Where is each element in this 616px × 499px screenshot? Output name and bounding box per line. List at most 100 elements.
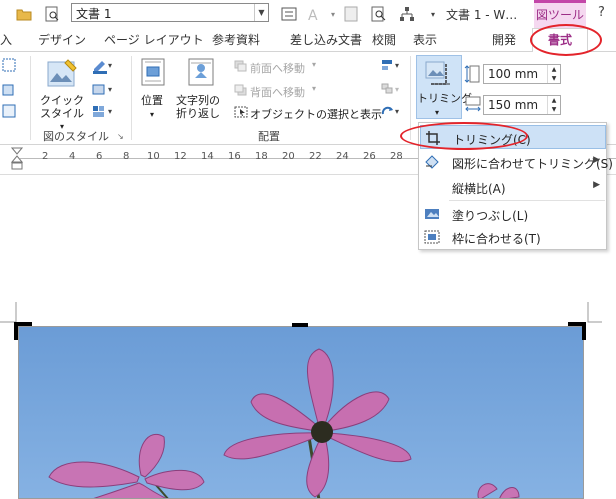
ruler-number: 20	[282, 151, 295, 162]
annotation-ellipse-format-tab	[530, 24, 602, 56]
crop-picture-icon	[424, 60, 454, 91]
ruler-number: 28	[390, 151, 403, 162]
rotate-icon[interactable]: ▾	[380, 104, 402, 121]
cosmos-picture[interactable]	[18, 326, 584, 499]
svg-text:▾: ▾	[108, 107, 112, 116]
menu-item-fit[interactable]: 枠に合わせる(T)	[420, 225, 606, 249]
ruler-number: 12	[174, 151, 187, 162]
tab-references[interactable]: 参考資料	[212, 31, 260, 48]
picture-border-icon[interactable]	[2, 58, 16, 75]
margin-corner-mark	[0, 302, 17, 323]
svg-text:A: A	[308, 8, 318, 22]
crop-button[interactable]: トリミング ▾	[416, 55, 472, 119]
tab-view[interactable]: 表示	[413, 31, 437, 48]
svg-text:▾: ▾	[395, 107, 399, 116]
picture-layout-menu-icon[interactable]: ▾	[91, 104, 113, 123]
ruler-number: 22	[309, 151, 322, 162]
shape-height-icon	[464, 64, 480, 87]
crop-handle-top-left[interactable]	[14, 322, 34, 342]
wrap-text-icon[interactable]	[188, 58, 214, 89]
height-spinner[interactable]: 100 mm ▲ ▼	[483, 64, 561, 84]
tab-page-layout[interactable]: ページ レイアウト	[104, 31, 204, 48]
menu-item-fill[interactable]: 塗りつぶし(L)	[420, 202, 606, 226]
menu-item-label: 枠に合わせる(T)	[452, 232, 541, 246]
indent-marker-icon[interactable]	[11, 147, 23, 173]
ruler-number: 6	[96, 151, 103, 162]
help-button[interactable]: ?	[598, 5, 605, 20]
crop-to-shape-icon	[424, 154, 440, 170]
picture-effects-icon[interactable]	[2, 82, 16, 99]
margin-corner-mark	[587, 302, 602, 323]
svg-text:▾: ▾	[395, 61, 399, 70]
document-combo[interactable]: 文書 1 ▼	[71, 3, 269, 22]
picture-styles-group-label: 図のスタイル	[43, 130, 109, 143]
ruler-number: 26	[363, 151, 376, 162]
width-value: 150 mm	[488, 98, 539, 112]
crop-handle-top[interactable]	[291, 322, 309, 330]
menu-item-crop-to-shape[interactable]: 図形に合わせてトリミング(S) ▶	[420, 150, 613, 174]
dialog-launcher-icon[interactable]: ↘	[117, 132, 124, 141]
window-title: 文書 1 - W…	[446, 8, 518, 22]
ribbon-separator	[30, 56, 31, 140]
annotation-ellipse-crop-item	[400, 122, 528, 150]
ruler-number: 4	[69, 151, 76, 162]
chevron-down-icon[interactable]: ▼	[254, 4, 268, 21]
text-effect-icon[interactable]: A	[305, 5, 323, 23]
selection-pane-icon	[234, 106, 248, 121]
document-combo-value: 文書 1	[76, 7, 112, 21]
fit-icon	[424, 229, 440, 245]
send-backward-button[interactable]: 背面へ移動	[250, 84, 305, 100]
ruler-number: 10	[147, 151, 160, 162]
quick-style-label[interactable]: クイック スタイル	[40, 94, 84, 120]
submenu-arrow-icon: ▶	[593, 180, 600, 190]
chevron-down-icon[interactable]: ▾	[150, 108, 154, 121]
menu-item-label: 縦横比(A)	[452, 182, 506, 196]
picture-effect-color-icon[interactable]: ▾	[91, 82, 113, 101]
chevron-down-icon[interactable]: ▾	[312, 84, 316, 93]
svg-text:▾: ▾	[395, 85, 399, 94]
tab-developer[interactable]: 開発	[492, 31, 516, 48]
ruler-number: 8	[123, 151, 130, 162]
tab-design[interactable]: デザイン	[38, 31, 86, 48]
menu-separator	[449, 200, 605, 201]
align-icon[interactable]: ▾	[380, 58, 402, 75]
group-icon[interactable]: ▾	[380, 82, 402, 99]
picture-layout-icon[interactable]	[2, 104, 16, 121]
customize-qat-icon[interactable]: ▾	[424, 5, 442, 23]
wrap-text-label[interactable]: 文字列の 折り返し	[176, 94, 220, 120]
ribbon-separator	[131, 56, 132, 140]
quick-style-icon[interactable]	[46, 58, 80, 93]
svg-text:▾: ▾	[108, 61, 112, 70]
spinner-arrows-icon[interactable]: ▲ ▼	[547, 96, 560, 114]
org-chart-icon[interactable]	[398, 5, 416, 23]
shape-width-icon	[464, 96, 482, 115]
tab-mailings[interactable]: 差し込み文書	[290, 31, 362, 48]
menu-item-label: 塗りつぶし(L)	[452, 209, 529, 223]
ruler-number: 2	[42, 151, 49, 162]
tab-review[interactable]: 校閲	[372, 31, 396, 48]
width-spinner[interactable]: 150 mm ▲ ▼	[483, 95, 561, 115]
menu-item-aspect-ratio[interactable]: 縦横比(A) ▶	[420, 175, 606, 199]
bring-forward-button[interactable]: 前面へ移動	[250, 60, 305, 76]
ribbon-tabs: 入 デザイン ページ レイアウト 参考資料 差し込み文書 校閲 表示 開発 書式	[0, 28, 616, 53]
chevron-down-icon: ▾	[435, 108, 440, 117]
print-preview-icon[interactable]	[43, 5, 61, 23]
picture-border-color-icon[interactable]: ▾	[91, 58, 113, 77]
spinner-arrows-icon[interactable]: ▲ ▼	[547, 65, 560, 83]
dropdown-arrow-icon[interactable]: ▾	[324, 5, 342, 23]
page-layout-icon[interactable]	[342, 5, 360, 23]
menu-item-label: 図形に合わせてトリミング(S)	[452, 157, 613, 171]
position-icon[interactable]	[141, 58, 165, 89]
tab-insert[interactable]: 入	[0, 31, 12, 48]
selection-pane-button[interactable]: オブジェクトの選択と表示	[250, 106, 382, 122]
text-box-icon[interactable]	[280, 5, 298, 23]
position-label[interactable]: 位置	[141, 94, 163, 107]
ruler-number: 24	[336, 151, 349, 162]
open-folder-icon[interactable]	[15, 5, 33, 23]
submenu-arrow-icon: ▶	[593, 155, 600, 165]
crop-handle-top-right[interactable]	[568, 322, 588, 342]
fill-icon	[424, 206, 440, 222]
chevron-down-icon[interactable]: ▾	[312, 60, 316, 69]
arrange-group-label: 配置	[258, 130, 280, 143]
zoom-page-icon[interactable]	[370, 5, 388, 23]
